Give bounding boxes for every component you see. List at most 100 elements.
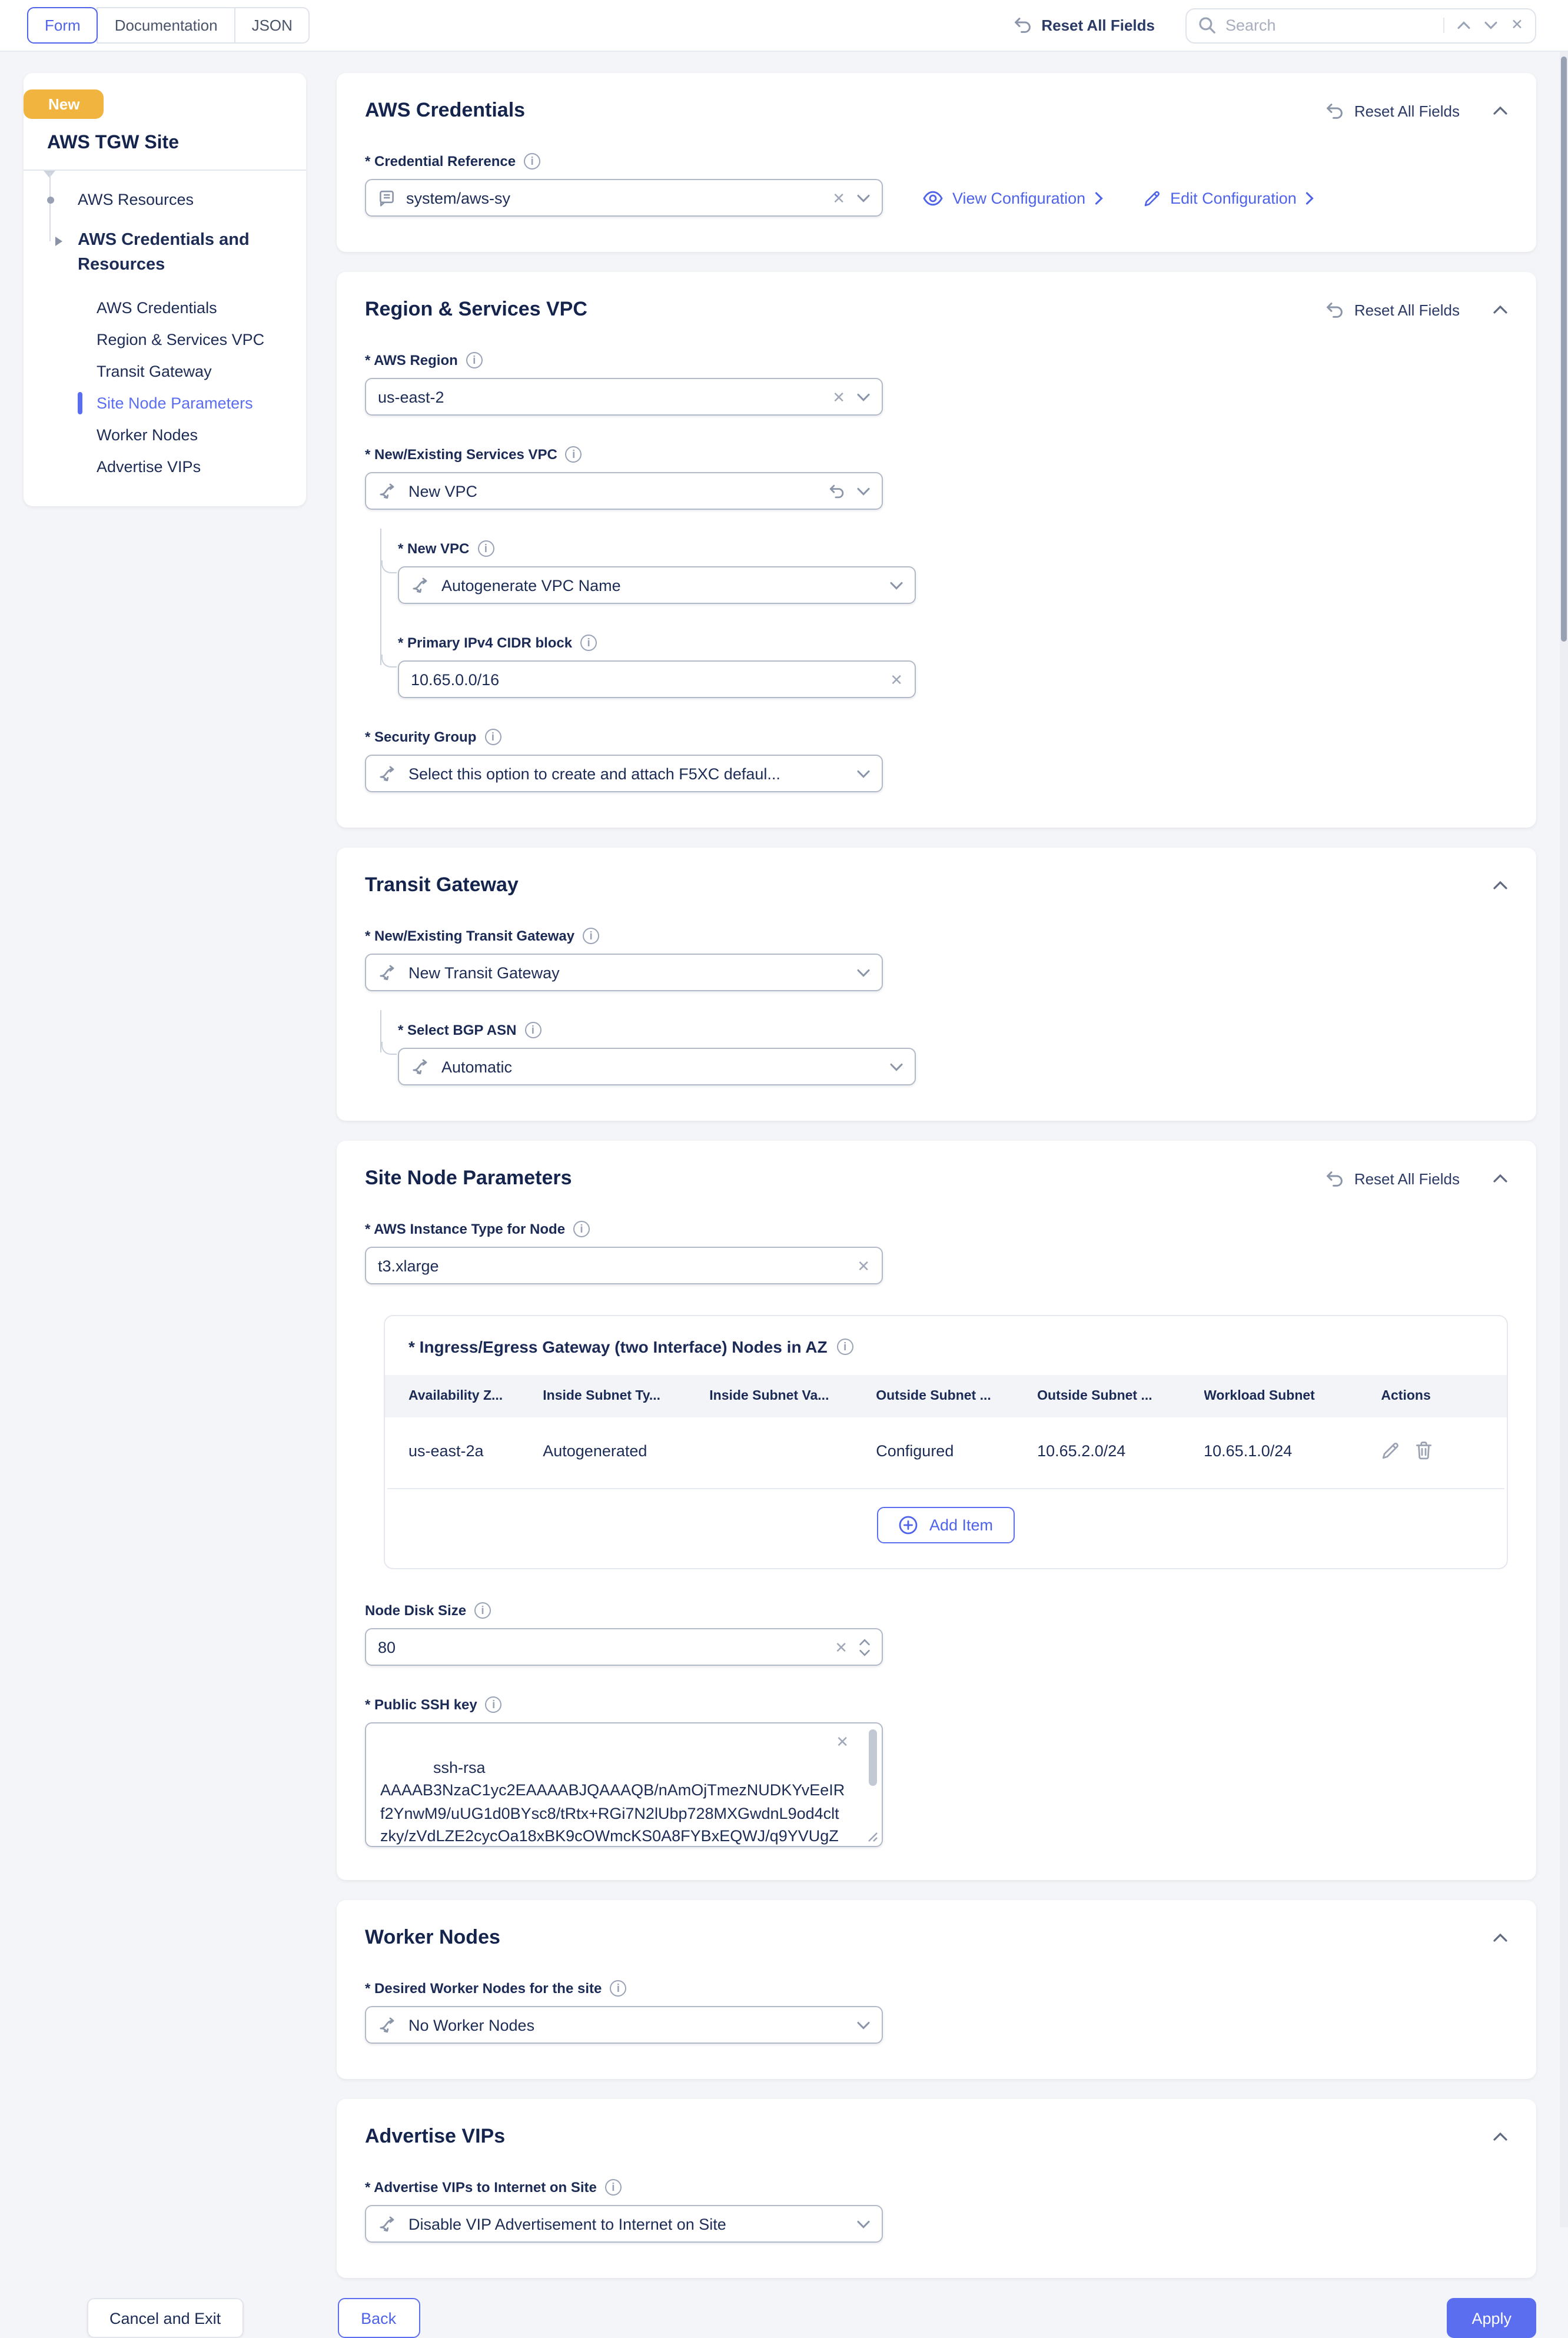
section-reset-label: Reset All Fields: [1354, 102, 1460, 119]
info-icon[interactable]: i: [583, 928, 599, 944]
search-clear-icon[interactable]: ✕: [1511, 18, 1523, 33]
nodes-table-row: us-east-2a Autogenerated Configured 10.6…: [385, 1417, 1507, 1488]
services-vpc-select[interactable]: New VPC: [365, 472, 883, 510]
node-disk-size-input[interactable]: 80 ✕: [365, 1628, 883, 1666]
info-icon[interactable]: i: [580, 635, 597, 651]
tab-form[interactable]: Form: [27, 7, 98, 44]
chevron-right-icon: [1306, 191, 1314, 204]
section-reset-fields-button[interactable]: Reset All Fields: [1326, 1170, 1460, 1187]
primary-ipv4-cidr-input[interactable]: 10.65.0.0/16 ✕: [398, 660, 916, 698]
number-stepper[interactable]: [859, 1638, 870, 1656]
sidebar-item-transit-gateway[interactable]: Transit Gateway: [42, 356, 287, 387]
undo-icon[interactable]: [829, 483, 845, 499]
footer-bar: Cancel and Exit Back Apply: [0, 2278, 1568, 2338]
collapse-chevron-icon[interactable]: [1493, 1933, 1508, 1942]
clear-icon[interactable]: ✕: [835, 1639, 848, 1655]
field-label-text: * Advertise VIPs to Internet on Site: [365, 2179, 597, 2196]
search-controls: ✕: [1443, 18, 1523, 33]
sidebar-item-worker-nodes[interactable]: Worker Nodes: [42, 419, 287, 451]
info-icon[interactable]: i: [524, 1022, 541, 1038]
edit-configuration-link[interactable]: Edit Configuration: [1143, 189, 1314, 207]
collapse-chevron-icon[interactable]: [1493, 106, 1508, 115]
transit-gateway-nested-fields: * Select BGP ASNi Automatic: [365, 1022, 1508, 1085]
services-vpc-value: New VPC: [408, 482, 818, 500]
column-header: Availability Z...: [408, 1389, 543, 1403]
reset-all-fields-button[interactable]: Reset All Fields: [1013, 16, 1155, 34]
field-label-text: * New VPC: [398, 540, 469, 557]
textarea-scrollbar[interactable]: [869, 1729, 877, 1786]
tab-json[interactable]: JSON: [234, 7, 310, 44]
desired-worker-nodes-select[interactable]: No Worker Nodes: [365, 2006, 883, 2044]
info-icon[interactable]: i: [837, 1339, 853, 1355]
collapse-chevron-icon[interactable]: [1493, 305, 1508, 314]
tab-documentation[interactable]: Documentation: [97, 7, 235, 44]
info-icon[interactable]: i: [524, 153, 540, 170]
edit-row-icon[interactable]: [1381, 1441, 1400, 1460]
info-icon[interactable]: i: [466, 352, 483, 368]
chevron-down-icon: [857, 769, 870, 778]
new-vpc-select[interactable]: Autogenerate VPC Name: [398, 566, 916, 604]
section-reset-fields-button[interactable]: Reset All Fields: [1326, 102, 1460, 119]
desired-worker-nodes-value: No Worker Nodes: [408, 2016, 846, 2034]
field-aws-instance-type: * AWS Instance Type for Node i t3.xlarge …: [365, 1221, 1508, 1284]
credential-reference-select[interactable]: system/aws-sy ✕: [365, 179, 883, 217]
cancel-and-exit-button[interactable]: Cancel and Exit: [87, 2298, 243, 2338]
public-ssh-key-textarea[interactable]: ssh-rsa AAAAB3NzaC1yc2EAAAABJQAAAQB/nAmO…: [365, 1722, 883, 1847]
page-title: AWS TGW Site: [47, 133, 283, 154]
sidebar-item-region-services-vpc[interactable]: Region & Services VPC: [42, 324, 287, 356]
clear-icon[interactable]: ✕: [857, 1258, 870, 1273]
info-icon[interactable]: i: [566, 446, 582, 463]
page-scrollbar-thumb[interactable]: [1561, 57, 1567, 642]
clear-icon[interactable]: ✕: [832, 190, 845, 205]
undo-icon: [1326, 102, 1345, 119]
pencil-icon: [1143, 189, 1161, 207]
delete-row-icon[interactable]: [1415, 1441, 1433, 1460]
resize-handle-icon[interactable]: [868, 1832, 878, 1842]
column-header: Workload Subnet: [1204, 1389, 1381, 1403]
chevron-down-icon: [857, 968, 870, 977]
apply-button[interactable]: Apply: [1447, 2298, 1536, 2338]
collapse-chevron-icon[interactable]: [1493, 2132, 1508, 2141]
collapse-chevron-icon[interactable]: [1493, 1174, 1508, 1183]
sidebar-item-aws-credentials-and-resources[interactable]: AWS Credentials and Resources: [42, 228, 287, 278]
info-icon[interactable]: i: [486, 1696, 502, 1713]
info-icon[interactable]: i: [477, 540, 494, 557]
chevron-down-icon: [890, 581, 903, 589]
clear-icon[interactable]: ✕: [890, 672, 903, 687]
info-icon[interactable]: i: [605, 2179, 622, 2196]
sidebar-item-advertise-vips[interactable]: Advertise VIPs: [42, 451, 287, 483]
branch-icon: [411, 576, 431, 595]
field-label: * Credential Reference i: [365, 153, 1508, 170]
search-next-icon[interactable]: [1484, 21, 1497, 29]
field-public-ssh-key: * Public SSH keyi ssh-rsa AAAAB3NzaC1yc2…: [365, 1696, 1508, 1847]
aws-instance-type-input[interactable]: t3.xlarge ✕: [365, 1247, 883, 1284]
add-item-button[interactable]: Add Item: [878, 1507, 1014, 1543]
bgp-asn-select[interactable]: Automatic: [398, 1048, 916, 1085]
view-configuration-link[interactable]: View Configuration: [923, 189, 1103, 207]
chevron-down-icon: [890, 1062, 903, 1071]
sidebar-item-site-node-parameters[interactable]: Site Node Parameters: [42, 387, 287, 419]
clear-icon[interactable]: ✕: [836, 1734, 849, 1749]
security-group-select[interactable]: Select this option to create and attach …: [365, 755, 883, 792]
chevron-down-icon: [857, 393, 870, 401]
cell-outside-subnet-type: Configured: [876, 1442, 1037, 1459]
field-label-text: * AWS Region: [365, 352, 458, 368]
aws-region-select[interactable]: us-east-2 ✕: [365, 378, 883, 416]
search-prev-icon[interactable]: [1457, 21, 1470, 29]
info-icon[interactable]: i: [573, 1221, 590, 1237]
advertise-vips-select[interactable]: Disable VIP Advertisement to Internet on…: [365, 2205, 883, 2243]
info-icon[interactable]: i: [610, 1980, 626, 1997]
edit-configuration-label: Edit Configuration: [1170, 189, 1297, 207]
security-group-value: Select this option to create and attach …: [408, 765, 846, 782]
back-button[interactable]: Back: [337, 2298, 420, 2338]
clear-icon[interactable]: ✕: [832, 389, 845, 404]
info-icon[interactable]: i: [474, 1602, 491, 1619]
transit-gateway-select[interactable]: New Transit Gateway: [365, 954, 883, 991]
search-input[interactable]: [1225, 16, 1433, 34]
sidebar-item-aws-resources[interactable]: AWS Resources: [42, 191, 287, 208]
field-label-text: * AWS Instance Type for Node: [365, 1221, 565, 1237]
sidebar-item-aws-credentials[interactable]: AWS Credentials: [42, 292, 287, 324]
info-icon[interactable]: i: [484, 729, 501, 745]
section-reset-fields-button[interactable]: Reset All Fields: [1326, 301, 1460, 318]
collapse-chevron-icon[interactable]: [1493, 881, 1508, 890]
